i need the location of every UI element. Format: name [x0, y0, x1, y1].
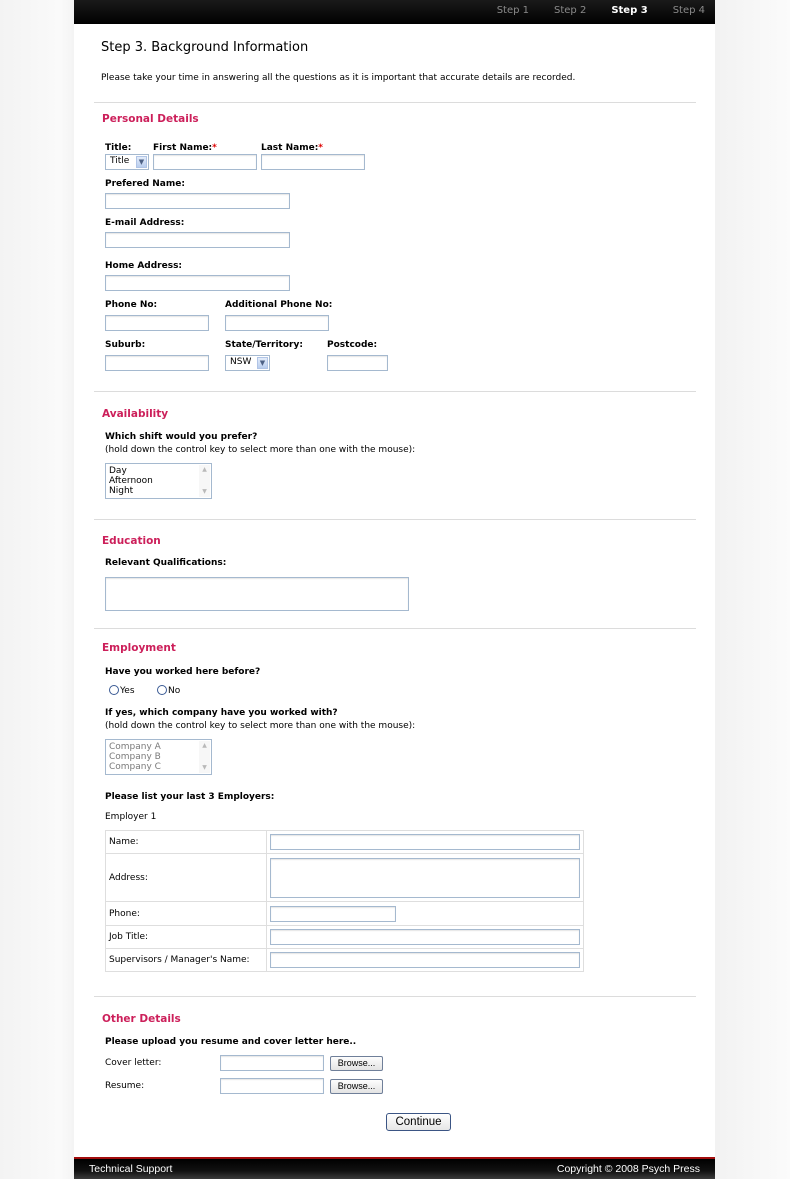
- chevron-down-icon: ▼: [257, 357, 268, 369]
- state-select[interactable]: NSW ▼: [225, 355, 270, 371]
- radio-yes[interactable]: [109, 685, 119, 695]
- postcode-label: Postcode:: [327, 340, 378, 350]
- step-3-current[interactable]: Step 3: [611, 5, 647, 16]
- shift-listbox[interactable]: Day Afternoon Night ▲ ▼: [105, 463, 212, 499]
- company-option[interactable]: Company A: [109, 742, 161, 752]
- shift-option[interactable]: Day: [109, 466, 127, 476]
- employer-1-label: Employer 1: [105, 812, 157, 822]
- company-question: If yes, which company have you worked wi…: [105, 708, 338, 718]
- upload-heading: Please upload you resume and cover lette…: [105, 1037, 357, 1047]
- continue-button[interactable]: Continue: [386, 1113, 451, 1131]
- divider: [94, 102, 696, 103]
- step-4[interactable]: Step 4: [673, 5, 705, 16]
- section-title-personal: Personal Details: [102, 113, 199, 125]
- step-2[interactable]: Step 2: [554, 5, 586, 16]
- employer-name-input[interactable]: [270, 834, 580, 850]
- phone-input[interactable]: [105, 315, 209, 331]
- divider: [94, 628, 696, 629]
- qualifications-label: Relevant Qualifications:: [105, 558, 227, 568]
- employer-phone-label: Phone:: [105, 901, 267, 926]
- copyright-text: Copyright © 2008 Psych Press: [556, 1163, 700, 1175]
- last-name-input[interactable]: [261, 154, 365, 170]
- first-name-input[interactable]: [153, 154, 257, 170]
- footer: Technical Support Copyright © 2008 Psych…: [74, 1157, 715, 1179]
- first-name-label: First Name:*: [153, 143, 217, 153]
- employer-name-label: Name:: [105, 830, 267, 854]
- cover-letter-file-input[interactable]: [220, 1055, 324, 1071]
- page-title: Step 3. Background Information: [101, 40, 309, 55]
- table-row: Name:: [105, 830, 584, 854]
- divider: [94, 519, 696, 520]
- table-row: Address:: [105, 853, 584, 902]
- table-row: Supervisors / Manager's Name:: [105, 948, 584, 972]
- radio-yes-label[interactable]: Yes: [120, 686, 135, 696]
- company-option[interactable]: Company B: [109, 752, 161, 762]
- resume-browse-button[interactable]: Browse...: [330, 1079, 383, 1094]
- email-label: E-mail Address:: [105, 218, 185, 228]
- company-option[interactable]: Company C: [109, 762, 161, 772]
- home-address-label: Home Address:: [105, 261, 183, 271]
- resume-file-input[interactable]: [220, 1078, 324, 1094]
- scrollbar[interactable]: ▲ ▼: [199, 741, 210, 773]
- scrollbar[interactable]: ▲ ▼: [199, 465, 210, 497]
- divider: [94, 996, 696, 997]
- table-row: Phone:: [105, 901, 584, 926]
- phone-label: Phone No:: [105, 300, 158, 310]
- employer-supervisor-label: Supervisors / Manager's Name:: [105, 948, 267, 972]
- title-label: Title:: [105, 143, 132, 153]
- preferred-name-label: Prefered Name:: [105, 179, 185, 189]
- required-mark: *: [212, 143, 217, 153]
- chevron-down-icon: ▼: [136, 156, 147, 168]
- cover-letter-browse-button[interactable]: Browse...: [330, 1056, 383, 1071]
- scroll-down-icon[interactable]: ▼: [199, 763, 210, 773]
- table-row: Job Title:: [105, 925, 584, 949]
- scroll-down-icon[interactable]: ▼: [199, 487, 210, 497]
- additional-phone-input[interactable]: [225, 315, 329, 331]
- shift-option[interactable]: Night: [109, 486, 133, 496]
- shift-hint: (hold down the control key to select mor…: [105, 445, 416, 455]
- employer-1-table: Name: Address: Phone: Job Title: Supervi…: [105, 830, 584, 972]
- state-label: State/Territory:: [225, 340, 303, 350]
- technical-support-link[interactable]: Technical Support: [89, 1163, 172, 1175]
- additional-phone-label: Additional Phone No:: [225, 300, 333, 310]
- email-input[interactable]: [105, 232, 290, 248]
- top-bar: Step 1 Step 2 Step 3 Step 4: [74, 0, 715, 24]
- employer-supervisor-input[interactable]: [270, 952, 580, 968]
- cover-letter-label: Cover letter:: [105, 1058, 162, 1068]
- divider: [94, 391, 696, 392]
- company-listbox[interactable]: Company A Company B Company C ▲ ▼: [105, 739, 212, 775]
- scroll-up-icon[interactable]: ▲: [199, 465, 210, 475]
- employer-job-title-label: Job Title:: [105, 925, 267, 949]
- shift-option[interactable]: Afternoon: [109, 476, 153, 486]
- step-1[interactable]: Step 1: [497, 5, 529, 16]
- company-hint: (hold down the control key to select mor…: [105, 721, 416, 731]
- step-navigation: Step 1 Step 2 Step 3 Step 4: [472, 5, 705, 16]
- home-address-input[interactable]: [105, 275, 290, 291]
- shift-question: Which shift would you prefer?: [105, 432, 258, 442]
- employers-heading: Please list your last 3 Employers:: [105, 792, 275, 802]
- employer-phone-input[interactable]: [270, 905, 396, 922]
- qualifications-textarea[interactable]: [105, 577, 409, 611]
- resume-label: Resume:: [105, 1081, 145, 1091]
- radio-no-label[interactable]: No: [168, 686, 180, 696]
- employer-address-label: Address:: [105, 853, 267, 902]
- required-mark: *: [318, 143, 324, 153]
- section-title-availability: Availability: [102, 408, 169, 420]
- suburb-input[interactable]: [105, 355, 209, 371]
- section-title-employment: Employment: [102, 642, 176, 654]
- intro-text: Please take your time in answering all t…: [101, 73, 576, 83]
- employer-job-title-input[interactable]: [270, 929, 580, 945]
- title-select[interactable]: Title ▼: [105, 154, 149, 170]
- postcode-input[interactable]: [327, 355, 388, 371]
- preferred-name-input[interactable]: [105, 193, 290, 209]
- worked-before-question: Have you worked here before?: [105, 667, 261, 677]
- scroll-up-icon[interactable]: ▲: [199, 741, 210, 751]
- employer-address-textarea[interactable]: [270, 857, 580, 898]
- suburb-label: Suburb:: [105, 340, 146, 350]
- last-name-label: Last Name:*: [261, 143, 324, 153]
- section-title-education: Education: [102, 535, 161, 547]
- section-title-other: Other Details: [102, 1013, 181, 1025]
- page-container: Step 1 Step 2 Step 3 Step 4 Step 3. Back…: [74, 0, 715, 1179]
- radio-no[interactable]: [157, 685, 167, 695]
